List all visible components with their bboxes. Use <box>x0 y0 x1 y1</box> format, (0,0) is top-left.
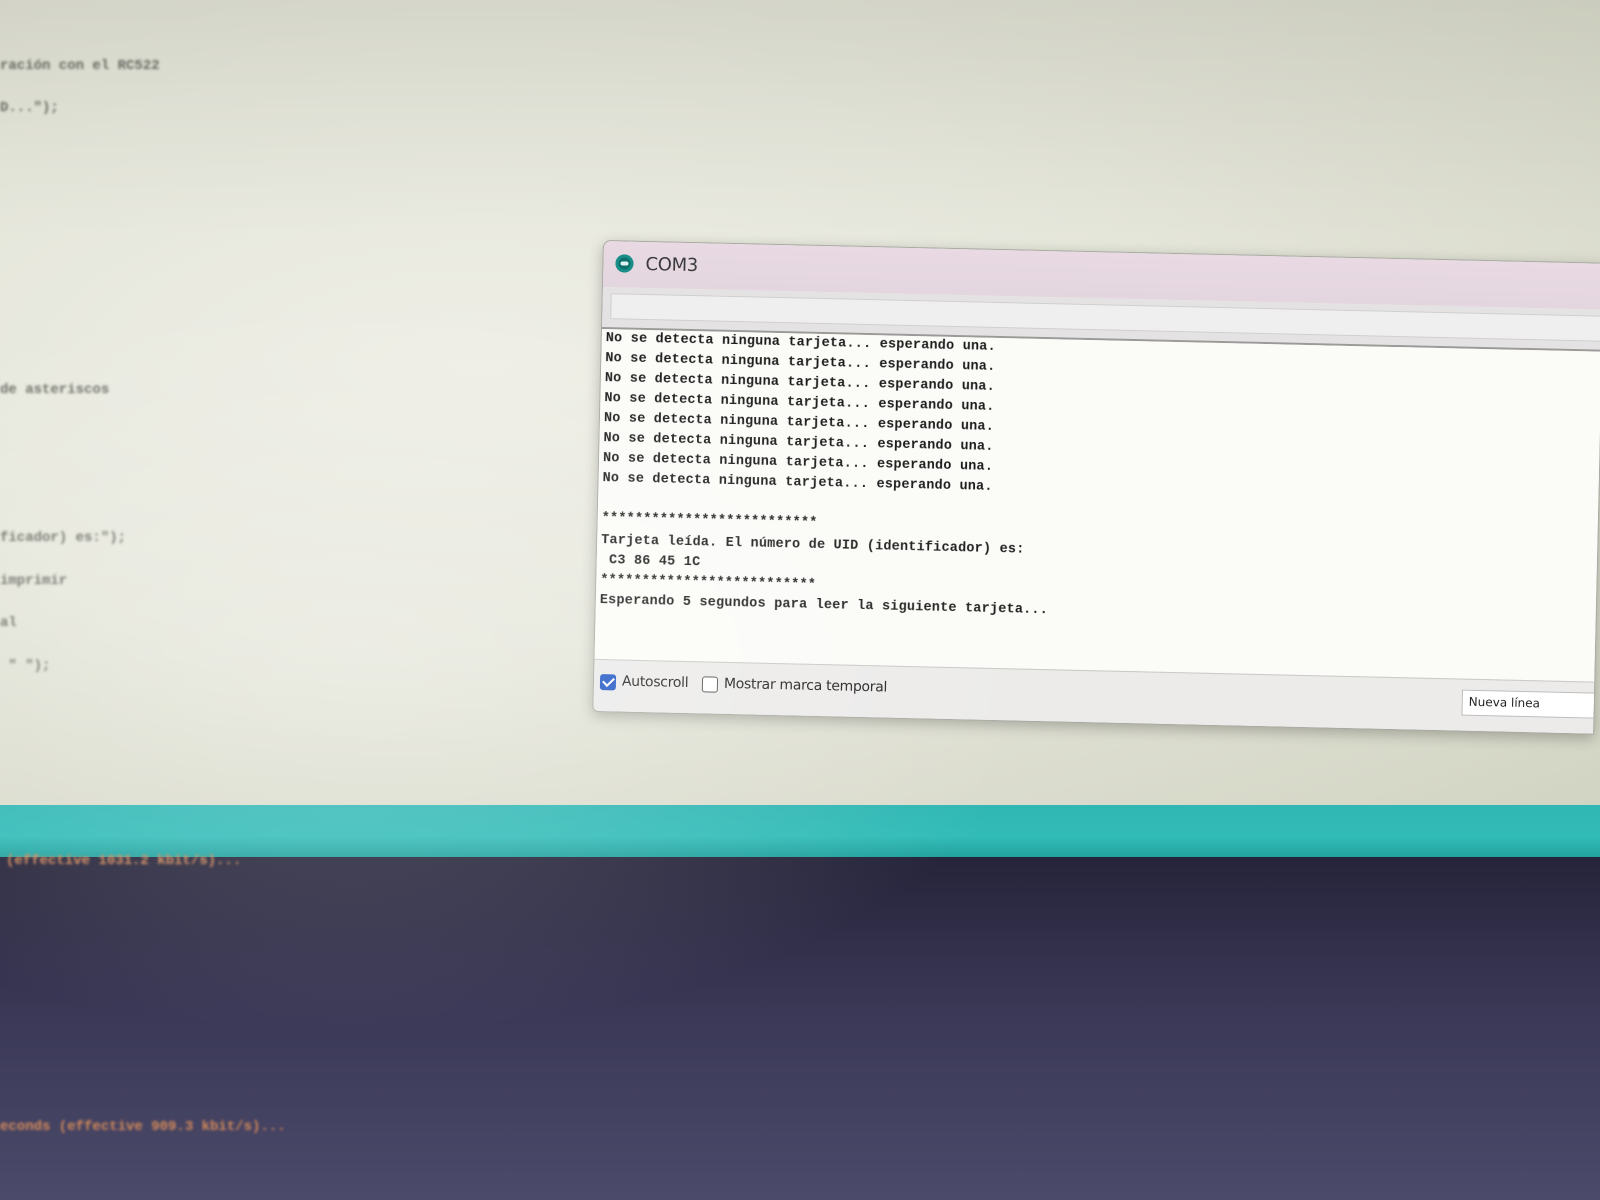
code-line: " "); <box>0 658 51 674</box>
code-line: imprimir <box>0 573 68 589</box>
code-line: D..."); <box>0 100 59 116</box>
serial-monitor-window: COM3 No se detecta ninguna tarjeta... es… <box>592 240 1600 735</box>
output-line: No se detecta ninguna tarjeta... esperan… <box>605 351 996 375</box>
status-bar <box>0 805 1600 857</box>
code-line: ración con el RC522 <box>0 58 160 74</box>
serial-output[interactable]: No se detecta ninguna tarjeta... esperan… <box>594 328 1600 682</box>
screen: ración con el RC522 D..."); de asterisco… <box>0 0 1600 1200</box>
autoscroll-checkbox[interactable] <box>599 674 617 691</box>
autoscroll-label[interactable]: Autoscroll <box>622 674 689 691</box>
output-line: No se detecta ninguna tarjeta... esperan… <box>602 471 993 495</box>
output-line: C3 86 45 1C <box>600 553 701 571</box>
output-line: Esperando 5 segundos para leer la siguie… <box>599 593 1049 619</box>
timestamp-label[interactable]: Mostrar marca temporal <box>724 676 888 696</box>
line-ending-select[interactable]: Nueva línea <box>1461 689 1600 719</box>
code-line: ficador) es:"); <box>0 530 127 546</box>
output-line: No se detecta ninguna tarjeta... esperan… <box>604 371 996 395</box>
console-line: econds (effective 909.3 kbit/s)... <box>0 1119 286 1135</box>
output-line: No se detecta ninguna tarjeta... esperan… <box>603 431 994 455</box>
line-ending-value: Nueva línea <box>1468 694 1541 711</box>
output-line: ************************** <box>601 511 818 531</box>
arduino-icon <box>615 254 634 273</box>
console-line: (effective 1031.2 kbit/s)... <box>6 853 242 869</box>
code-line: al <box>0 615 17 631</box>
window-title: COM3 <box>645 253 699 277</box>
output-console[interactable]: (effective 1031.2 kbit/s)... econds (eff… <box>0 853 1600 1200</box>
output-line: No se detecta ninguna tarjeta... esperan… <box>604 391 995 415</box>
output-line: No se detecta ninguna tarjeta... esperan… <box>602 451 994 475</box>
output-line: No se detecta ninguna tarjeta... esperan… <box>603 411 995 435</box>
output-line: ************************** <box>600 573 817 593</box>
code-line: de asteriscos <box>0 382 110 398</box>
timestamp-checkbox[interactable] <box>701 676 719 693</box>
